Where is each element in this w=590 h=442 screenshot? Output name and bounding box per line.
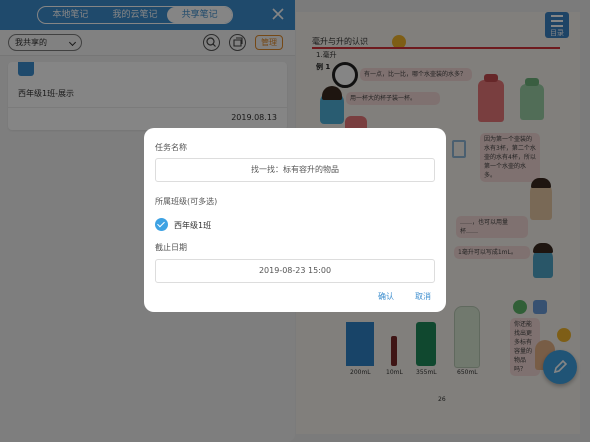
class-option-label: 西年级1班 xyxy=(174,221,212,230)
class-checkbox[interactable] xyxy=(155,218,168,231)
deadline-label: 截止日期 xyxy=(155,243,187,252)
deadline-input[interactable]: 2019-08-23 15:00 xyxy=(155,259,435,283)
confirm-button[interactable]: 确认 xyxy=(378,291,394,302)
task-name-input[interactable]: 找一找：标有容升的物品 xyxy=(155,158,435,182)
task-name-label: 任务名称 xyxy=(155,143,187,152)
assign-task-dialog: 任务名称 找一找：标有容升的物品 所属班级(可多选) 西年级1班 截止日期 20… xyxy=(144,128,446,312)
cancel-button[interactable]: 取消 xyxy=(415,291,431,302)
class-label: 所属班级(可多选) xyxy=(155,197,218,206)
